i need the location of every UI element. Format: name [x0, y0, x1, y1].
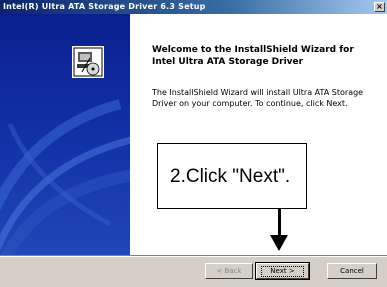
next-button[interactable]: Next >	[255, 262, 310, 280]
close-icon[interactable]: ×	[374, 2, 385, 12]
wizard-body-text: The InstallShield Wizard will install Ul…	[152, 88, 364, 108]
banner-graphic	[0, 46, 130, 255]
setup-wizard-window: Intel(R) Ultra ATA Storage Driver 6.3 Se…	[0, 0, 387, 287]
computer-disk-setup-icon	[72, 46, 104, 78]
wizard-side-banner	[0, 14, 130, 255]
title-bar[interactable]: Intel(R) Ultra ATA Storage Driver 6.3 Se…	[0, 0, 387, 14]
down-arrow-head	[270, 235, 288, 251]
window-title: Intel(R) Ultra ATA Storage Driver 6.3 Se…	[3, 2, 206, 11]
cancel-button[interactable]: Cancel	[327, 263, 377, 279]
down-arrow-annotation	[278, 209, 281, 237]
instruction-callout: 2.Click "Next".	[157, 143, 307, 209]
back-button[interactable]: < Back	[205, 263, 253, 279]
wizard-content-panel: Welcome to the InstallShield Wizard for …	[130, 14, 387, 255]
wizard-heading: Welcome to the InstallShield Wizard for …	[152, 45, 354, 67]
callout-text: 2.Click "Next".	[170, 166, 291, 187]
next-button-label: Next >	[261, 266, 304, 277]
button-separator	[0, 255, 387, 257]
